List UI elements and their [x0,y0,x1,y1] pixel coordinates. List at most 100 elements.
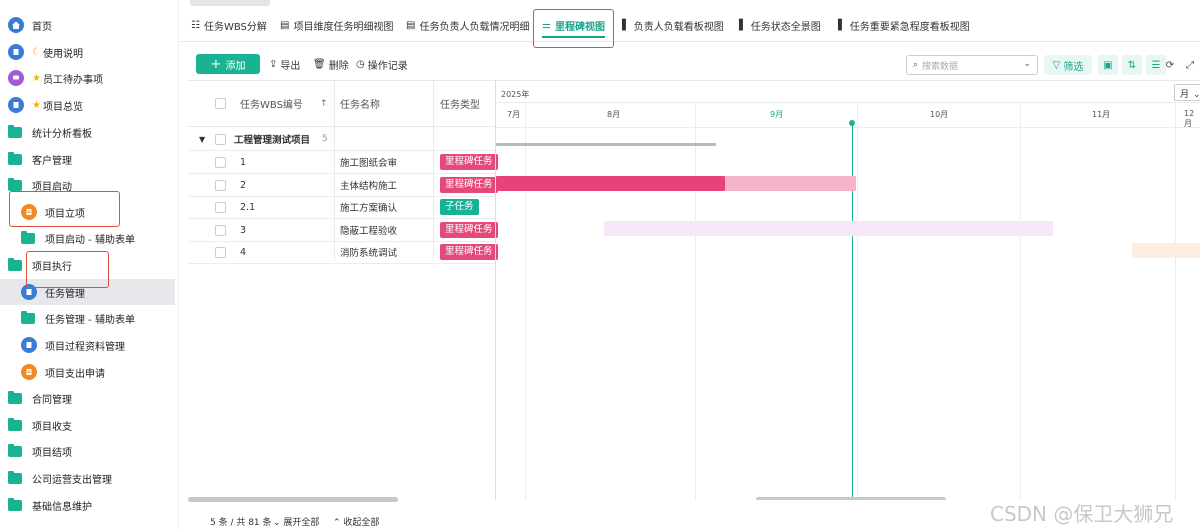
row-checkbox[interactable] [215,156,226,168]
cell-name: 主体结构施工 [340,181,398,192]
time-scale-select[interactable]: 月 ⌄ [1174,84,1200,101]
sort-arrow-icon[interactable]: ↑ [320,99,328,109]
add-button[interactable]: + 添加 [196,54,260,74]
folder-icon [21,230,35,244]
folder-icon [21,310,35,324]
table-row[interactable]: 4 消防系统调试 里程碑任务 [188,241,498,263]
cell-name: 消防系统调试 [340,248,398,259]
chevron-down-icon: ⌄ [1193,90,1200,100]
month-divider [695,102,696,500]
tab-label: 任务负责人负载情况明细 [419,21,530,33]
collapse-all-button[interactable]: ⌃ 收起全部 [333,515,379,528]
expand-all-button[interactable]: ⌄ 展开全部 [273,515,319,528]
search-icon: ⌕ [913,60,919,70]
folder-icon [8,443,22,457]
refresh-button[interactable]: ⟳ [1160,55,1180,75]
sidebar-item-label: 项目过程资料管理 [45,341,125,353]
horizontal-scrollbar[interactable] [188,497,398,502]
folder-icon [8,497,22,511]
sidebar-item-home[interactable]: 首页 [0,12,175,38]
task-grid: 任务WBS编号 ↑ 任务名称 任务类型 ▼ 工程管理测试项目 5 1 施工图纸会… [188,80,498,502]
toolbar: + 添加 ⇪ 导出 🗑 删除 ◷ 操作记录 ⌕ 搜索数据 ⌄ ▽ 筛选 ▣ ⇅ ☰ ⟳ ⤢ [180,52,1200,78]
type-tag: 里程碑任务 [440,244,498,260]
sidebar-item-todo[interactable]: ★ 员工待办事项 [0,65,175,91]
group-row[interactable]: ▼ 工程管理测试项目 5 [188,128,495,150]
table-row[interactable]: 2.1 施工方案确认 子任务 [188,196,495,218]
folder-icon [8,151,22,165]
record-count: 5 条 / 共 81 条 [210,518,272,528]
search-placeholder: 搜索数据 [922,61,959,72]
gantt-bar-fire-system[interactable] [1132,243,1200,258]
tab-status-panorama[interactable]: ▌ 任务状态全景图 [739,8,821,42]
add-label: 添加 [225,60,246,72]
month-label: 8月 [607,110,621,119]
export-button[interactable]: ⇪ 导出 [269,54,300,74]
sidebar-item-overview[interactable]: ★ 项目总览 [0,92,175,118]
kanban-icon: ▌ [622,19,630,31]
sidebar-item-label: 项目收支 [32,421,72,433]
delete-button[interactable]: 🗑 删除 [313,54,349,74]
sidebar-item-start-aux[interactable]: 项目启动 - 辅助表单 [0,225,175,251]
month-divider [1020,102,1021,500]
table-icon: ▤ [280,19,290,31]
sidebar-item-label: 客户管理 [32,155,72,167]
sidebar-item-label: 公司运营支出管理 [32,474,112,486]
row-checkbox[interactable] [215,201,226,213]
search-input[interactable]: ⌕ 搜索数据 ⌄ [906,55,1038,75]
sidebar-item-label: 合同管理 [32,394,72,406]
gantt-bar-concealed-works[interactable] [604,221,1053,236]
tab-owner-kanban[interactable]: ▌ 负责人负载看板视图 [622,8,724,42]
sidebar-item-closure[interactable]: 项目结项 [0,438,175,464]
select-all-checkbox[interactable] [215,98,226,109]
tab-priority-kanban[interactable]: ▌ 任务重要紧急程度看板视图 [838,8,970,42]
group-summary-bar[interactable] [496,143,716,146]
row-checkbox[interactable] [215,246,226,258]
sidebar-item-process-docs[interactable]: 项目过程资料管理 [0,332,175,358]
tab-owner-load-detail[interactable]: ▤ 任务负责人负载情况明细 [406,8,529,42]
tab-project-detail[interactable]: ▤ 项目维度任务明细视图 [280,8,393,42]
month-label: 10月 [930,110,949,119]
sort-button[interactable]: ⇅ [1122,55,1142,75]
sidebar-item-label: 基础信息维护 [32,501,92,513]
sidebar-item-stats[interactable]: 统计分析看板 [0,119,175,145]
sidebar-item-contract[interactable]: 合同管理 [0,385,175,411]
row-checkbox[interactable] [215,133,226,145]
cell-name: 施工图纸会审 [340,158,398,169]
sidebar-item-label: 项目启动 - 辅助表单 [45,234,135,246]
log-label: 操作记录 [367,60,408,72]
row-checkbox[interactable] [215,224,226,236]
tab-wbs[interactable]: ☷ 任务WBS分解 [191,8,267,42]
table-row[interactable]: 2 主体结构施工 里程碑任务 [188,174,498,196]
sidebar-item-operations[interactable]: 公司运营支出管理 [0,465,175,491]
caret-down-icon[interactable]: ▼ [199,135,205,144]
tab-label: 负责人负载看板视图 [633,21,724,33]
sidebar-item-income[interactable]: 项目收支 [0,412,175,438]
fullscreen-button[interactable]: ⤢ [1180,55,1200,75]
sidebar-item-task-aux[interactable]: 任务管理 - 辅助表单 [0,305,175,331]
row-checkbox[interactable] [215,179,226,191]
filter-button[interactable]: ▽ 筛选 [1044,55,1092,75]
refresh-icon: ⟳ [1165,59,1175,71]
operation-log-button[interactable]: ◷ 操作记录 [356,54,408,74]
table-row[interactable]: 1 施工图纸会审 里程碑任务 [188,151,498,173]
filter-label: 筛选 [1063,61,1084,73]
horizontal-scrollbar[interactable] [756,497,946,500]
tab-label: 任务重要紧急程度看板视图 [849,21,970,33]
table-row[interactable]: 3 隐蔽工程验收 里程碑任务 [188,219,498,241]
sidebar-item-label: 首页 [32,21,52,33]
sidebar-item-expense[interactable]: 项目支出申请 [0,359,175,385]
cell-wbs: 3 [240,224,247,236]
gantt-bar-main-structure-done[interactable] [496,176,725,191]
month-label: 7月 [507,110,521,119]
header-name: 任务名称 [340,100,380,111]
gantt-bar-main-structure-remaining[interactable] [725,176,856,191]
export-icon: ⇪ [269,58,278,70]
sidebar-item-basic-info[interactable]: 基础信息维护 [0,492,175,518]
tab-label: 任务状态全景图 [750,21,821,33]
star-icon: ★ [32,99,41,111]
sidebar-item-customer[interactable]: 客户管理 [0,146,175,172]
view-settings-button[interactable]: ▣ [1098,55,1118,75]
time-scale-label: 月 [1180,90,1190,100]
type-tag: 里程碑任务 [440,222,498,238]
sidebar-item-usage[interactable]: ☾ 使用说明 [0,39,175,65]
